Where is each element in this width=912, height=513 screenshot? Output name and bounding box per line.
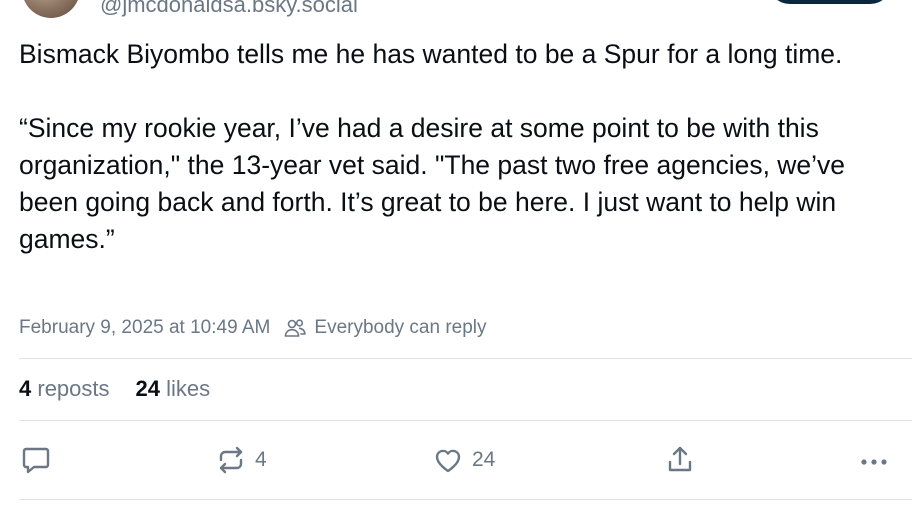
like-button[interactable]: 24 [432,440,495,480]
post-paragraph: Bismack Biyombo tells me he has wanted t… [19,39,843,69]
divider [19,358,912,359]
reply-setting[interactable]: Everybody can reply [314,317,486,339]
likes-stat[interactable]: 24 likes [136,376,211,402]
reply-icon [20,444,52,476]
share-icon [664,444,696,476]
repost-button[interactable]: 4 [215,440,267,480]
post-text: Bismack Biyombo tells me he has wanted t… [19,36,899,258]
like-count: 24 [472,448,496,471]
post-stats: 4 reposts 24 likes [19,376,210,402]
avatar[interactable] [22,0,80,18]
follow-button[interactable] [768,0,892,4]
repost-count: 4 [255,448,267,471]
post-timestamp[interactable]: February 9, 2025 at 10:49 AM [19,317,270,339]
reposts-stat[interactable]: 4 reposts [19,376,110,402]
heart-icon [432,444,464,476]
more-options-button[interactable] [860,440,888,480]
repost-icon [215,444,247,476]
people-icon [284,318,306,338]
divider [19,420,912,421]
share-button[interactable] [664,440,696,480]
post-paragraph: “Since my rookie year, I’ve had a desire… [19,113,846,254]
divider [19,499,912,500]
reply-button[interactable] [20,440,52,480]
post-meta: February 9, 2025 at 10:49 AM Everybody c… [19,314,487,342]
more-icon [860,444,888,476]
author-handle[interactable]: @jmcdonaldsa.bsky.social [100,0,358,18]
post-actions: 4 24 [0,440,912,480]
